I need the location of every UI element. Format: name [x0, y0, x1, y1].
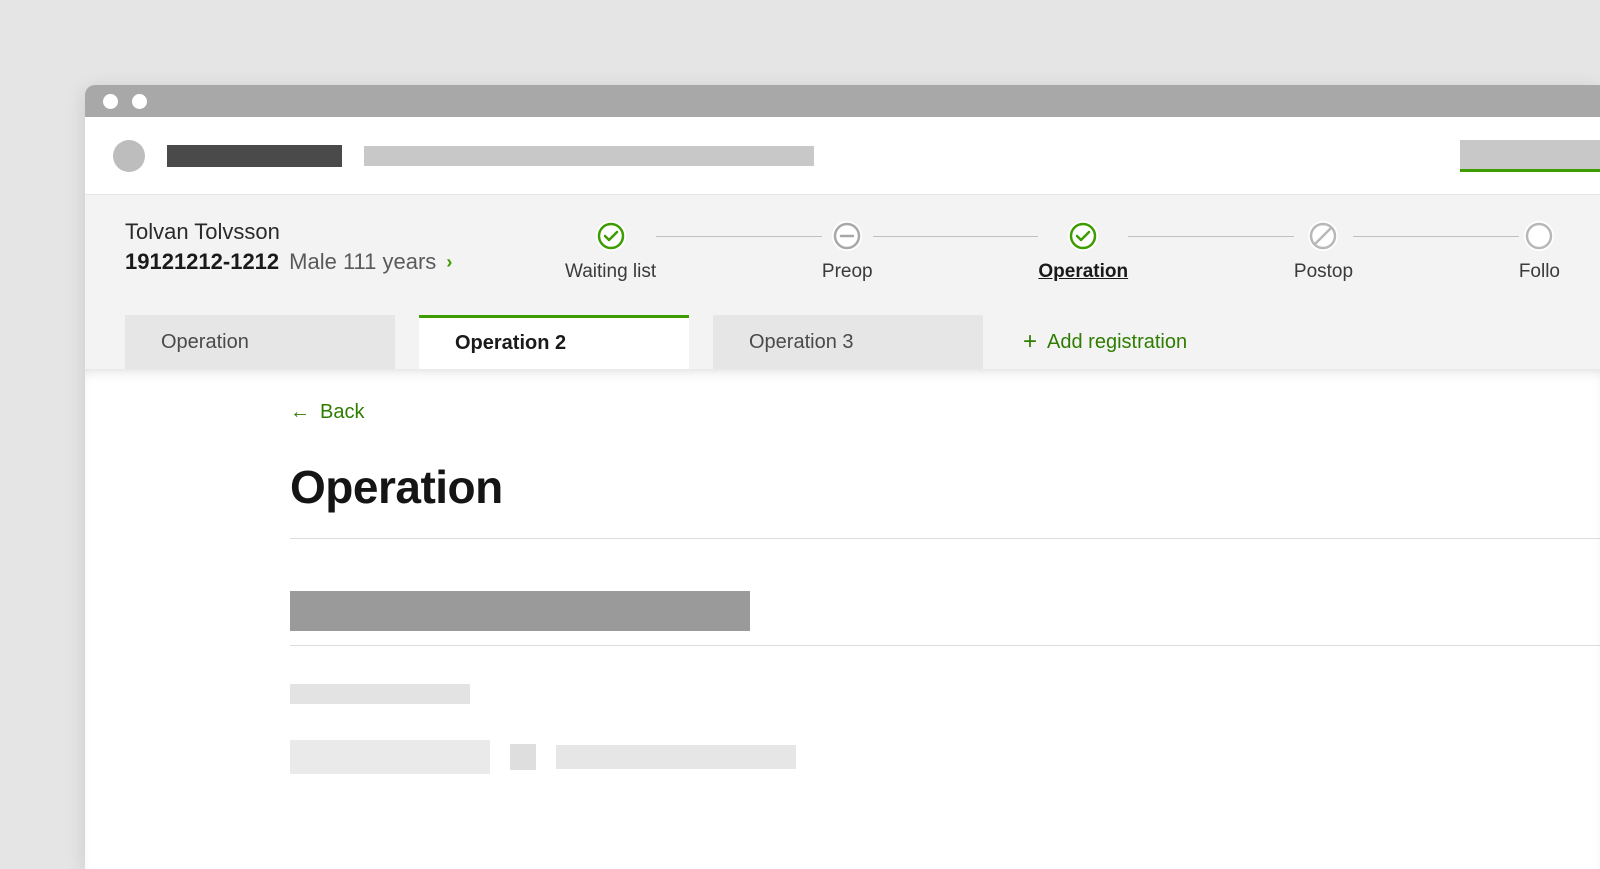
content-area: ← Back Operation — [85, 369, 1600, 869]
topbar — [85, 117, 1600, 195]
step-followup[interactable]: Follo — [1519, 221, 1560, 283]
step-label: Preop — [822, 261, 873, 283]
add-registration-label: Add registration — [1047, 331, 1187, 354]
field-label-placeholder — [290, 684, 470, 704]
step-preop[interactable]: Preop — [822, 221, 873, 283]
progress-stepper: Waiting list Preop Operation — [565, 219, 1560, 283]
field-text-placeholder — [556, 745, 796, 769]
patient-demographics: Male 111 years — [289, 249, 436, 275]
tab-operation-2[interactable]: Operation 2 — [419, 315, 689, 369]
patient-header: Tolvan Tolvsson 19121212-1212 Male 111 y… — [85, 195, 1600, 369]
step-operation[interactable]: Operation — [1038, 221, 1128, 283]
patient-id: 19121212-1212 — [125, 249, 279, 275]
step-waiting-list[interactable]: Waiting list — [565, 221, 656, 283]
back-link[interactable]: ← Back — [290, 401, 1600, 424]
plus-icon: + — [1023, 330, 1037, 354]
patient-info: Tolvan Tolvsson 19121212-1212 Male 111 y… — [125, 219, 565, 275]
step-connector — [656, 236, 822, 237]
circle-icon — [1524, 221, 1554, 251]
patient-name: Tolvan Tolvsson — [125, 219, 565, 245]
check-circle-icon — [1068, 221, 1098, 251]
page-title: Operation — [290, 460, 1600, 514]
window-control-dot[interactable] — [132, 94, 147, 109]
step-label: Follo — [1519, 261, 1560, 283]
app-window: Tolvan Tolvsson 19121212-1212 Male 111 y… — [85, 85, 1600, 869]
step-label: Waiting list — [565, 261, 656, 283]
tabs: Operation Operation 2 Operation 3 + Add … — [125, 315, 1560, 369]
arrow-left-icon: ← — [290, 401, 310, 424]
step-connector — [873, 236, 1039, 237]
topbar-title-placeholder — [167, 145, 342, 167]
back-label: Back — [320, 401, 364, 424]
window-titlebar — [85, 85, 1600, 117]
slash-circle-icon — [1308, 221, 1338, 251]
divider — [290, 645, 1600, 646]
step-postop[interactable]: Postop — [1294, 221, 1353, 283]
section-heading-placeholder — [290, 591, 750, 631]
topbar-action-placeholder[interactable] — [1460, 140, 1600, 172]
step-label: Postop — [1294, 261, 1353, 283]
step-connector — [1128, 236, 1294, 237]
step-connector — [1353, 236, 1519, 237]
tab-operation-3[interactable]: Operation 3 — [713, 315, 983, 369]
chevron-right-icon[interactable]: › — [446, 252, 452, 273]
window-control-dot[interactable] — [103, 94, 118, 109]
add-registration-button[interactable]: + Add registration — [1023, 330, 1187, 354]
checkbox-placeholder[interactable] — [510, 744, 536, 770]
avatar-placeholder — [113, 140, 145, 172]
check-circle-icon — [596, 221, 626, 251]
topbar-subtitle-placeholder — [364, 146, 814, 166]
minus-circle-icon — [832, 221, 862, 251]
field-input-placeholder[interactable] — [290, 740, 490, 774]
divider — [290, 538, 1600, 539]
step-label: Operation — [1038, 261, 1128, 283]
tab-operation[interactable]: Operation — [125, 315, 395, 369]
